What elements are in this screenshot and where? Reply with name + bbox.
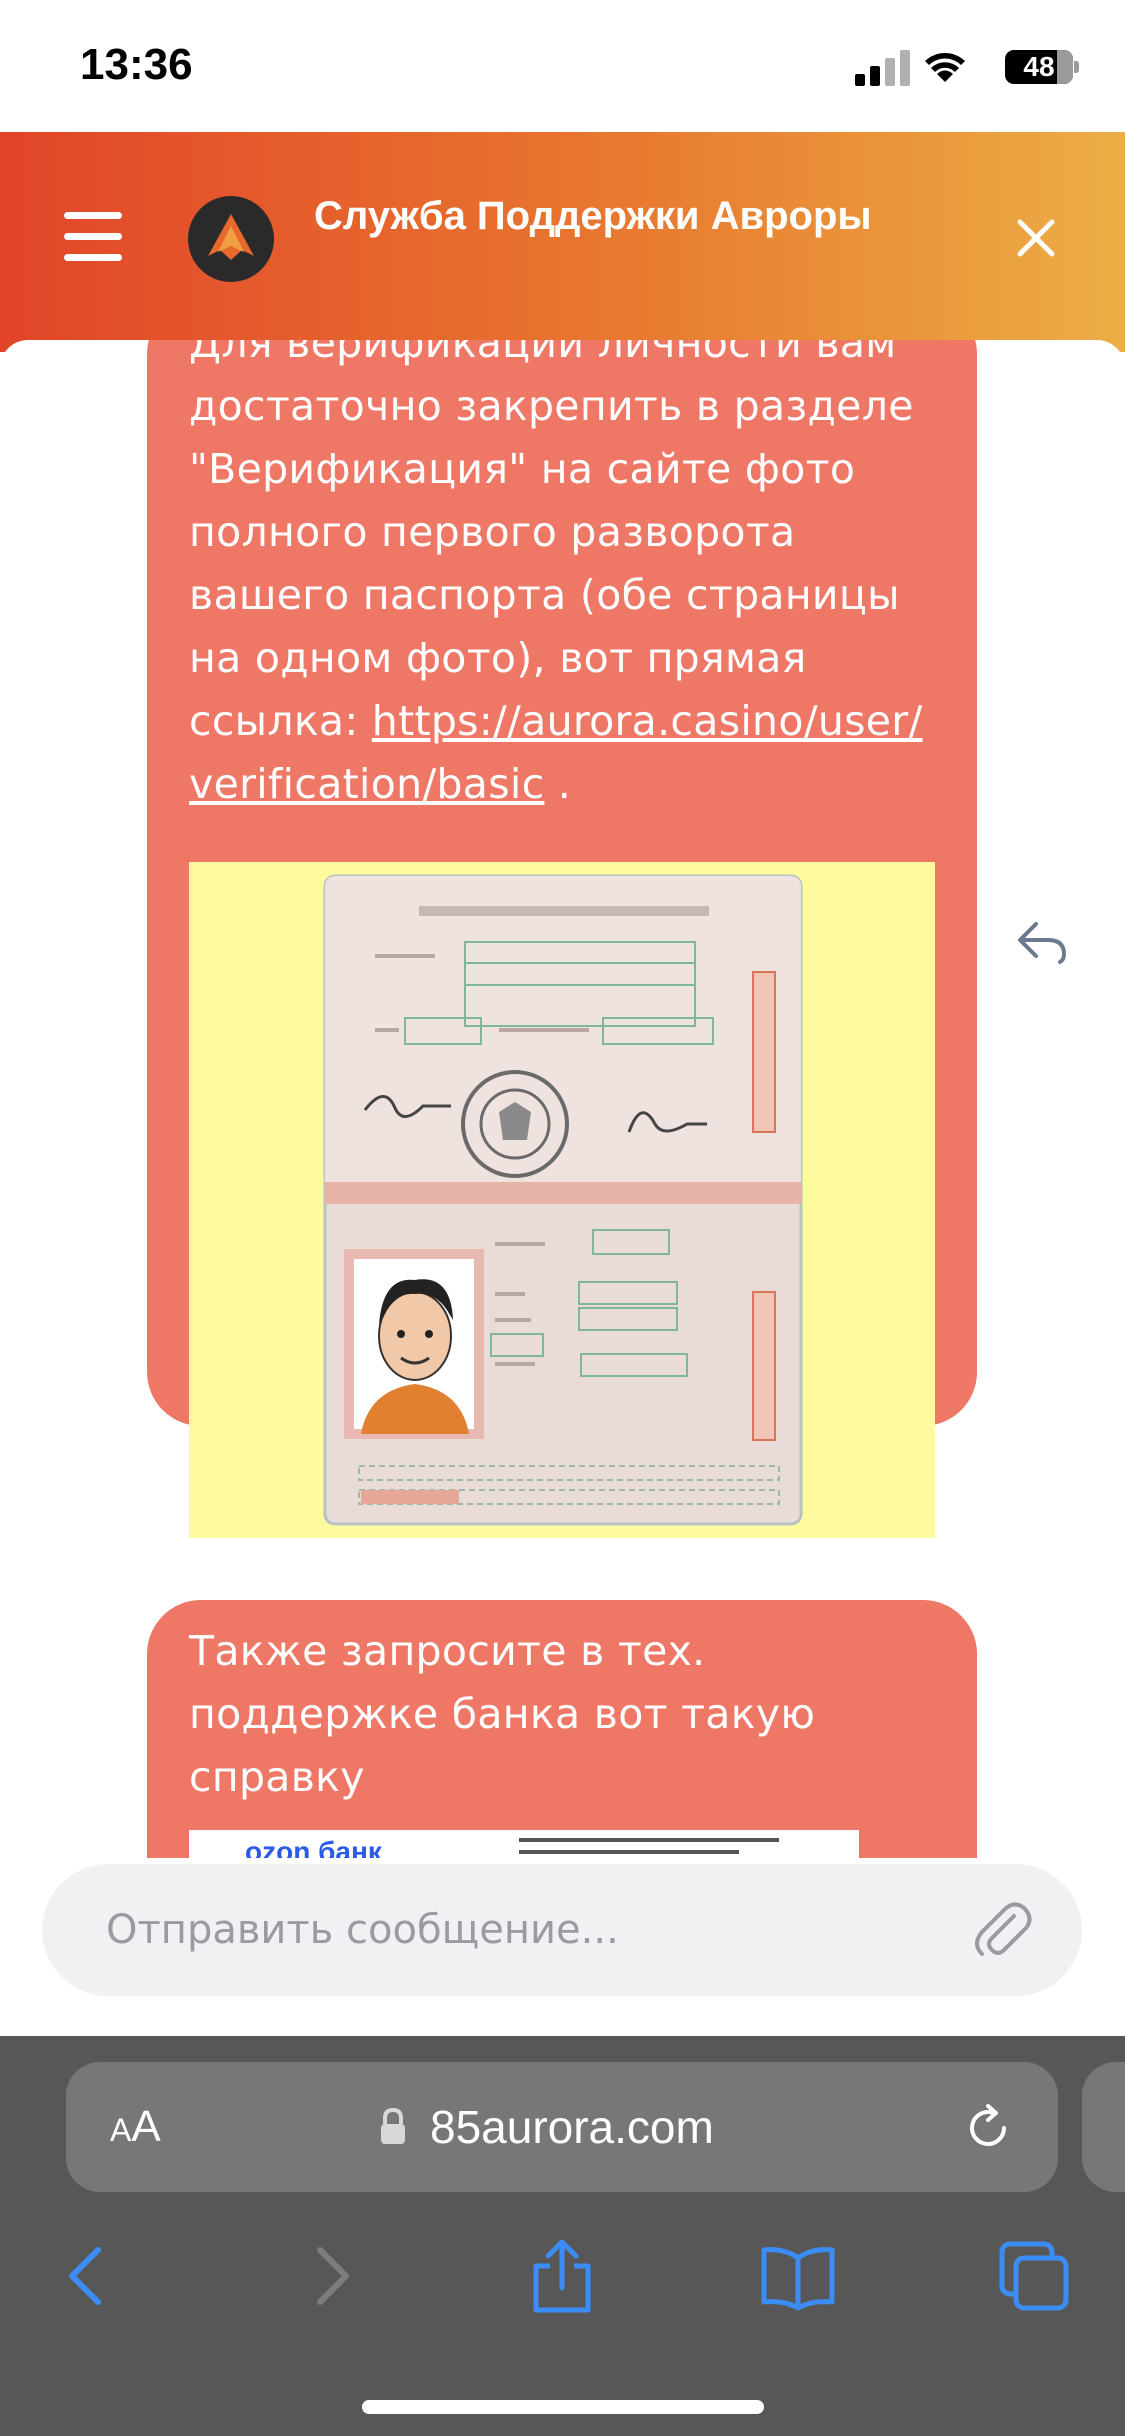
status-bar: 13:36 48 [0,0,1125,132]
passport-illustration [323,874,803,1526]
back-icon[interactable] [48,2236,128,2316]
attach-icon[interactable] [970,1898,1034,1962]
message-text: Также запросите в тех. поддержке банка в… [189,1627,816,1801]
aurora-logo [188,196,274,282]
chat-header: Служба Поддержки Авроры [0,132,1125,352]
message-text-after-link: . [544,760,572,808]
message-text-before-link: Для верификации личности вам достаточно … [189,340,914,745]
chat-messages[interactable]: Для верификации личности вам достаточно … [0,340,1125,2036]
next-tab-peek[interactable] [1082,2062,1125,2192]
battery-nub [1074,61,1079,73]
status-time: 13:36 [80,40,193,89]
aurora-logo-icon [208,214,254,260]
message-input[interactable] [42,1864,1082,1996]
wifi-icon [925,53,965,82]
reply-icon[interactable] [1014,918,1070,964]
message-text: Для верификации личности вам достаточно … [189,340,939,816]
status-icons: 48 [819,50,1079,90]
reader-options-button[interactable]: AA [110,2102,161,2152]
share-icon[interactable] [522,2236,602,2316]
forward-icon[interactable] [290,2236,370,2316]
browser-toolbar: AA 85aurora.com [0,2036,1125,2436]
close-icon[interactable] [1014,216,1058,260]
menu-icon[interactable] [64,212,122,262]
home-indicator[interactable] [362,2400,764,2414]
reload-icon[interactable] [962,2102,1014,2154]
signal-icon [855,50,911,86]
message-composer [0,1858,1125,2036]
passport-image[interactable] [189,862,935,1538]
message-bubble: Для верификации личности вам достаточно … [147,340,977,1538]
tabs-icon[interactable] [994,2236,1074,2316]
bookmarks-icon[interactable] [758,2236,838,2316]
url-text: 85aurora.com [430,2101,714,2153]
lock-icon [381,2107,405,2144]
chat-title: Служба Поддержки Авроры [314,194,872,238]
address-bar[interactable]: AA 85aurora.com [66,2062,1058,2192]
battery-empty-segment [1057,50,1073,84]
